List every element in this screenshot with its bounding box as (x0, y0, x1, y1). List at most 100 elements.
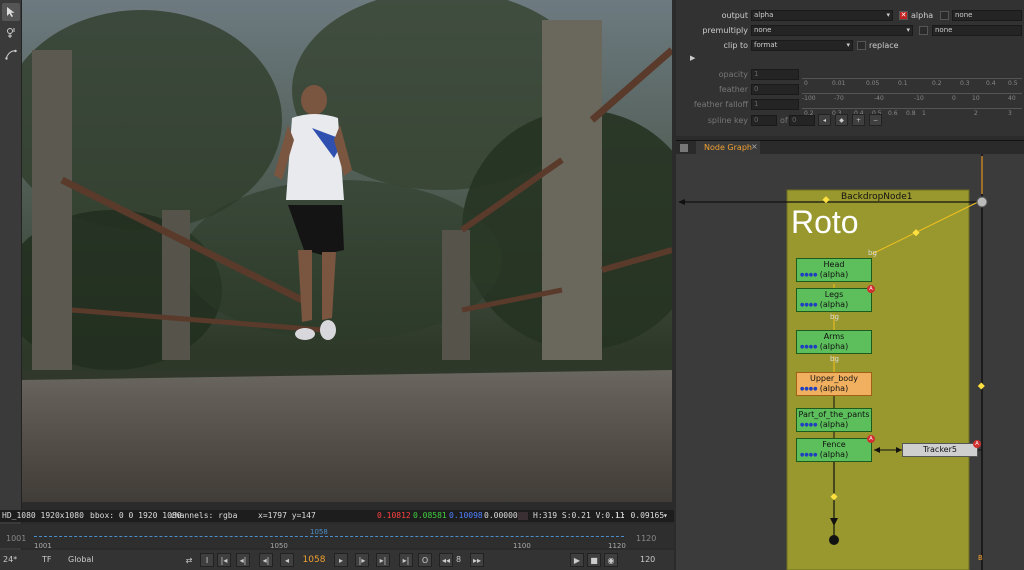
clipto-select[interactable]: format ▾ (751, 40, 853, 51)
color-swatch (518, 512, 528, 520)
alpha-label: alpha (911, 11, 934, 20)
opacity-slider[interactable]: 0 0.01 0.05 0.1 0.2 0.3 0.4 0.5 (802, 69, 1022, 87)
channels-readout: channels: rgba (170, 511, 238, 520)
replace-label: replace (869, 41, 899, 50)
spline-key-label: spline key (707, 116, 748, 125)
spline-delete-key-icon[interactable]: − (869, 114, 882, 126)
current-frame-field[interactable]: 1058 (300, 553, 328, 567)
clipto-row: clip to format ▾ replace (676, 40, 1024, 52)
timeline-tick: 1050 (270, 542, 288, 550)
spline-key-field[interactable]: 0 (751, 115, 777, 126)
premultiply-label: premultiply (702, 26, 748, 35)
alpha-checkbox[interactable]: ✕ (899, 11, 908, 20)
close-icon[interactable]: × (751, 142, 758, 151)
first-frame-button[interactable]: |◂ (217, 553, 231, 567)
output-select[interactable]: alpha ▾ (751, 10, 893, 21)
timeline-tick: 1001 (34, 542, 52, 550)
select-tool-icon[interactable] (2, 3, 20, 21)
loop-icon[interactable]: ⇄ (182, 553, 196, 567)
opacity-row: opacity 1 0 0.01 0.05 0.1 0.2 0.3 0.4 0.… (676, 69, 1024, 87)
timeline-track[interactable] (34, 536, 624, 540)
roto-node-legs[interactable]: Legs (alpha) ●●●● A (796, 285, 875, 312)
viewer-record-icon[interactable]: ◉ (604, 553, 618, 567)
transport-bar: 24* TF Global ⇄ I |◂ ◂| ◂| ◂ 1058 ▸ |▸ ▸… (0, 550, 674, 570)
clipto-label: clip to (723, 41, 749, 50)
step-back-button[interactable]: ◂◂ (439, 553, 453, 567)
bezier-tool-icon[interactable] (2, 45, 20, 63)
opacity-field[interactable]: 1 (751, 69, 799, 80)
premultiply-extra-field[interactable]: none (932, 25, 1022, 36)
spline-prev-key-icon[interactable]: ◂ (818, 114, 831, 126)
spline-key-row: spline key 0 of 0 ◂ ◆ + − (676, 114, 1024, 127)
spline-set-key-icon[interactable]: ◆ (835, 114, 848, 126)
alpha-readout: 0.00000 (484, 511, 518, 520)
roto-properties-panel: output alpha ▾ ✕ alpha none premultiply n… (676, 0, 1024, 136)
backdrop-label[interactable]: BackdropNode1 (841, 192, 913, 202)
prev-keyframe-button[interactable]: ◂| (236, 553, 250, 567)
timeline-tick: 1100 (513, 542, 531, 550)
b-pin-label: B (978, 554, 983, 562)
premultiply-extra-checkbox[interactable] (919, 26, 928, 35)
next-frame-button[interactable]: |▸ (355, 553, 369, 567)
roto-node-upper-body[interactable]: Upper_body (alpha) ●●●● (796, 372, 872, 396)
node-graph-tab-bar: Node Graph × (676, 140, 1024, 155)
in-point-button[interactable]: I (200, 553, 214, 567)
timeline-playhead[interactable]: 1058 (310, 528, 328, 537)
global-select[interactable]: Global (68, 555, 94, 564)
timeline-start: 1001 (6, 534, 27, 543)
transform-tool-icon[interactable] (2, 24, 20, 42)
tracker-node[interactable]: Tracker5 A (902, 440, 981, 457)
feather-falloff-slider[interactable]: 0.2 0.3 0.4 0.5 0.6 0.8 1 2 3 (802, 99, 1022, 117)
panel-menu-icon[interactable] (680, 144, 688, 152)
roto-node-arms[interactable]: Arms (alpha) ●●●● (796, 330, 872, 354)
feather-label: feather (718, 85, 748, 94)
output-label: output (721, 11, 748, 20)
alpha-extra-checkbox[interactable] (940, 11, 949, 20)
timeline[interactable]: 1001 1120 1058 1001 1050 1100 1120 (0, 524, 674, 550)
viewer-toolbar (0, 0, 22, 570)
last-frame-button[interactable]: ▸| (399, 553, 413, 567)
feather-falloff-field[interactable]: 1 (751, 99, 799, 110)
feather-row: feather 0 -100 -70 -40 -10 0 10 40 (676, 84, 1024, 102)
opacity-label: opacity (718, 70, 748, 79)
alpha-extra-field[interactable]: none (952, 10, 1022, 21)
tf-select[interactable]: TF (42, 555, 52, 564)
premultiply-row: premultiply none ▾ none (676, 25, 1024, 37)
fps-select[interactable]: 24* (3, 555, 17, 564)
play-forward-button[interactable]: ▸ (334, 553, 348, 567)
roto-node-head[interactable]: Head (alpha) ●●●● (796, 258, 872, 282)
viewer-play-icon[interactable]: ▶ (570, 553, 584, 567)
feather-falloff-row: feather falloff 1 0.2 0.3 0.4 0.5 0.6 0.… (676, 99, 1024, 117)
bg-pin-label: bg (830, 355, 839, 363)
end-frame-field[interactable]: 120 (640, 555, 655, 564)
play-backward-button[interactable]: ◂ (280, 553, 294, 567)
premultiply-select[interactable]: none ▾ (751, 25, 913, 36)
spline-of-label: of (780, 116, 788, 125)
out-point-button[interactable]: O (418, 553, 432, 567)
node-graph-canvas[interactable]: BackdropNode1 Roto bg bg bg B Head (alpha… (676, 154, 1024, 570)
feather-slider[interactable]: -100 -70 -40 -10 0 10 40 (802, 84, 1022, 102)
viewer-image[interactable] (22, 0, 672, 502)
timeline-tick: 1120 (608, 542, 626, 550)
step-value[interactable]: 8 (456, 555, 461, 564)
next-keyframe-button[interactable]: ▸| (376, 553, 390, 567)
hsv-readout: H:319 S:0.21 V:0.11 (533, 511, 625, 520)
roto-node-fence[interactable]: Fence (alpha) ●●●● A (796, 435, 875, 462)
feather-falloff-label: feather falloff (693, 100, 748, 109)
bbox-readout: bbox: 0 0 1920 1080 (90, 511, 182, 520)
prev-frame-button[interactable]: ◂| (259, 553, 273, 567)
viewer-stop-icon[interactable]: ■ (587, 553, 601, 567)
step-forward-button[interactable]: ▸▸ (470, 553, 484, 567)
viewer-info-bar: HD_1080 1920x1080 bbox: 0 0 1920 1080 ch… (0, 510, 674, 522)
bg-pin-label: bg (830, 313, 839, 321)
green-readout: 0.08581 (413, 511, 447, 520)
spline-add-key-icon[interactable]: + (852, 114, 865, 126)
roto-node-part-of-the-pants[interactable]: Part_of_the_pants (alpha) ●●●● (796, 408, 872, 432)
info-menu-icon[interactable]: ▾ (663, 511, 668, 520)
backdrop-title: Roto (791, 204, 859, 240)
expand-arrow-icon[interactable]: ▶ (690, 54, 695, 62)
bg-pin-label: bg (868, 249, 877, 257)
replace-checkbox[interactable] (857, 41, 866, 50)
feather-field[interactable]: 0 (751, 84, 799, 95)
spline-total-field: 0 (789, 115, 815, 126)
